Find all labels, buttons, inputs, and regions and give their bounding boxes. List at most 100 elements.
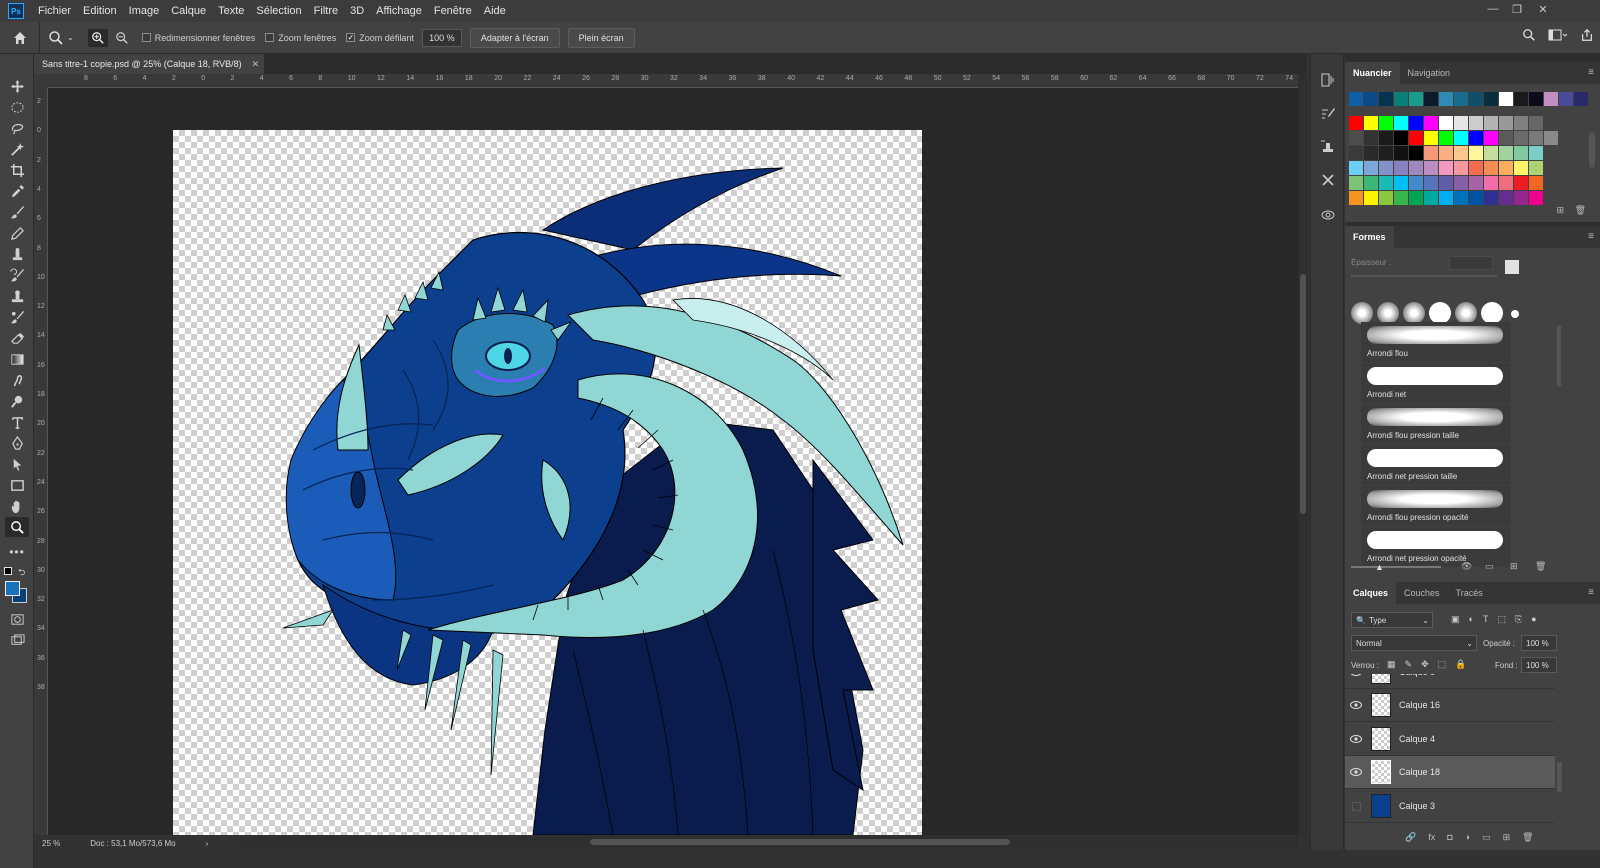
color-swatch[interactable] — [1454, 116, 1468, 130]
color-swatch[interactable] — [1394, 92, 1408, 106]
layers-scroll-thumb[interactable] — [1557, 762, 1562, 792]
color-swatch[interactable] — [1379, 146, 1393, 160]
menu-3d[interactable]: 3D — [344, 5, 370, 17]
eyedropper-tool[interactable] — [5, 181, 29, 201]
horizontal-ruler[interactable]: 8 6 4 2 0 2 4 6 8 10 12 14 16 18 20 22 24 26 28 30 32 34 36 38 4… — [48, 74, 1298, 88]
brush-preset[interactable]: Arrondi net — [1361, 363, 1511, 403]
brush-tip[interactable] — [1377, 302, 1399, 324]
filter-type-icon[interactable]: T — [1483, 614, 1489, 625]
menu-fenetre[interactable]: Fenêtre — [428, 5, 478, 17]
color-swatch[interactable] — [1454, 131, 1468, 145]
resize-windows-checkbox[interactable]: Redimensionner fenêtres — [141, 33, 255, 43]
minimize-icon[interactable]: — — [1482, 0, 1504, 18]
color-swatch[interactable] — [1379, 191, 1393, 205]
color-swatch[interactable] — [1544, 92, 1558, 106]
brush-size-input[interactable] — [1449, 256, 1493, 270]
path-selection-tool[interactable] — [5, 454, 29, 474]
magic-wand-tool[interactable] — [5, 139, 29, 159]
color-swatch[interactable] — [1544, 131, 1558, 145]
eraser-tool[interactable] — [5, 328, 29, 348]
color-swatch[interactable] — [1529, 131, 1543, 145]
layer-row[interactable]: Calque 16 — [1345, 689, 1555, 722]
filter-shape-icon[interactable]: ⬚ — [1497, 614, 1506, 625]
color-swatch[interactable] — [1424, 92, 1438, 106]
color-swatch[interactable] — [1379, 176, 1393, 190]
clone-source-button[interactable] — [1318, 136, 1338, 156]
color-swatch[interactable] — [1394, 176, 1408, 190]
color-swatch[interactable] — [1514, 116, 1528, 130]
color-swatch[interactable] — [1379, 161, 1393, 175]
horizontal-scrollbar[interactable] — [240, 836, 1298, 848]
color-swatch[interactable] — [1529, 116, 1543, 130]
color-swatch[interactable] — [1409, 92, 1423, 106]
scrubby-zoom-checkbox[interactable]: ✓ Zoom défilant — [346, 33, 414, 43]
filter-adjustment-icon[interactable]: ◐ — [1469, 614, 1474, 625]
color-swatch[interactable] — [1514, 131, 1528, 145]
swap-colors-icon[interactable]: ⮌ — [18, 565, 25, 581]
menu-filtre[interactable]: Filtre — [308, 5, 344, 17]
zoom-tool[interactable] — [5, 517, 29, 537]
tab-formes[interactable]: Formes — [1345, 226, 1394, 248]
menu-affichage[interactable]: Affichage — [370, 5, 428, 17]
vertical-scroll-thumb[interactable] — [1300, 274, 1306, 514]
color-swatch[interactable] — [1394, 191, 1408, 205]
tab-navigation[interactable]: Navigation — [1400, 62, 1459, 84]
brush-preset[interactable]: Arrondi flou — [1361, 322, 1511, 362]
crop-tool[interactable] — [5, 160, 29, 180]
color-swatch[interactable] — [1394, 161, 1408, 175]
tab-couches[interactable]: Couches — [1396, 582, 1448, 604]
brush-preset[interactable]: Arrondi net pression taille — [1361, 445, 1511, 485]
brush-tip[interactable] — [1481, 302, 1503, 324]
color-swatch[interactable] — [1349, 116, 1363, 130]
type-tool[interactable] — [5, 412, 29, 432]
color-swatch[interactable] — [1514, 161, 1528, 175]
filter-smart-icon[interactable]: ⎘ — [1515, 614, 1522, 625]
color-swatch[interactable] — [1439, 146, 1453, 160]
zoom-level-input[interactable]: 100 % — [421, 28, 462, 47]
tool-preset-picker[interactable]: ⌄ — [48, 30, 74, 46]
layer-style-icon[interactable]: fx — [1428, 832, 1435, 843]
menu-aide[interactable]: Aide — [478, 5, 512, 17]
color-swatch[interactable] — [1424, 116, 1438, 130]
canvas-workspace[interactable] — [48, 88, 1298, 835]
color-swatch[interactable] — [1484, 161, 1498, 175]
color-swatch[interactable] — [1424, 176, 1438, 190]
default-colors-icon[interactable] — [4, 567, 12, 575]
eye-icon[interactable] — [1345, 735, 1367, 743]
color-swatch[interactable] — [1499, 191, 1513, 205]
blend-mode-select[interactable]: Normal ⌄ — [1351, 635, 1477, 651]
brush-tip[interactable] — [1351, 302, 1373, 324]
color-swatch[interactable] — [1364, 146, 1378, 160]
layer-mask-icon[interactable]: ◘ — [1447, 832, 1452, 843]
lock-artboard-icon[interactable]: ⬚ — [1438, 659, 1447, 670]
color-swatch[interactable] — [1484, 191, 1498, 205]
vertical-ruler[interactable]: 2 0 2 4 6 8 10 12 14 16 18 20 22 24 26 28 30 32 34 36 38 — [34, 88, 48, 835]
tab-calques[interactable]: Calques — [1345, 582, 1397, 604]
vertical-scrollbar[interactable] — [1298, 74, 1308, 835]
new-preset-icon[interactable]: ⊞ — [1510, 561, 1518, 572]
quick-mask-button[interactable] — [5, 609, 29, 629]
color-swatch[interactable] — [1409, 191, 1423, 205]
brush-tool[interactable] — [5, 202, 29, 222]
color-swatch[interactable] — [1454, 176, 1468, 190]
color-swatch[interactable] — [1349, 131, 1363, 145]
color-swatch[interactable] — [1469, 92, 1483, 106]
close-icon[interactable]: ✕ — [1532, 0, 1554, 18]
document-tab[interactable]: Sans titre-1 copie.psd @ 25% (Calque 18,… — [34, 54, 264, 74]
swatches-scroll-thumb[interactable] — [1589, 132, 1595, 168]
lock-position-icon[interactable]: ✥ — [1421, 659, 1429, 670]
color-swatch[interactable] — [1439, 131, 1453, 145]
pencil-tool[interactable] — [5, 223, 29, 243]
color-swatch[interactable] — [1409, 131, 1423, 145]
lasso-tool[interactable] — [5, 118, 29, 138]
eye-icon[interactable] — [1345, 674, 1367, 676]
delete-swatch-icon[interactable]: 🗑 — [1575, 205, 1586, 216]
color-swatch[interactable] — [1484, 131, 1498, 145]
smudge-tool[interactable] — [5, 370, 29, 390]
restore-icon[interactable]: ❐ — [1506, 0, 1528, 18]
zoom-in-button[interactable] — [87, 28, 108, 47]
new-brush-icon[interactable] — [1505, 260, 1519, 274]
color-swatch[interactable] — [1499, 92, 1513, 106]
photoshop-logo[interactable]: Ps — [8, 3, 24, 19]
color-swatch[interactable] — [1484, 176, 1498, 190]
